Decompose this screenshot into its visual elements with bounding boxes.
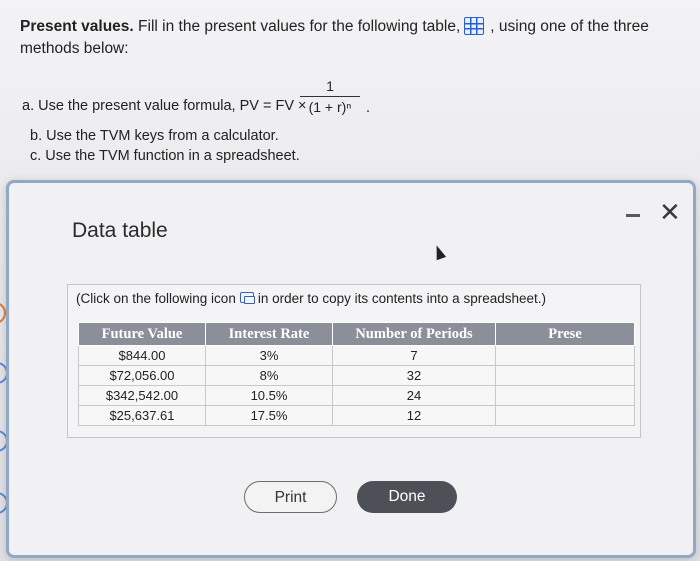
question-title: Present values. Fill in the present valu… bbox=[20, 16, 690, 60]
cell-present-value[interactable] bbox=[495, 405, 635, 426]
table-row: $25,637.61 17.5% 12 bbox=[78, 405, 635, 426]
column-header-future-value: Future Value bbox=[78, 322, 206, 346]
cell-interest-rate: 10.5% bbox=[205, 385, 333, 406]
cell-interest-rate: 8% bbox=[205, 365, 333, 386]
close-icon[interactable]: ✕ bbox=[659, 197, 681, 227]
fraction-bar bbox=[300, 96, 360, 97]
pv-fraction: 1 (1 + r)ⁿ bbox=[300, 78, 360, 115]
cell-interest-rate: 17.5% bbox=[205, 405, 333, 426]
minimize-icon[interactable] bbox=[626, 214, 640, 217]
copy-note: (Click on the following icon in order to … bbox=[76, 291, 546, 306]
copy-icon[interactable] bbox=[239, 292, 255, 304]
cell-interest-rate: 3% bbox=[205, 345, 333, 366]
cell-future-value: $342,542.00 bbox=[78, 385, 206, 406]
data-table-container: (Click on the following icon in order to … bbox=[67, 284, 641, 438]
copy-note-text-after: in order to copy its contents into a spr… bbox=[257, 291, 546, 306]
copy-note-text: (Click on the following icon bbox=[76, 291, 236, 306]
cell-number-of-periods: 12 bbox=[332, 405, 496, 426]
question-title-bold: Present values. bbox=[20, 18, 134, 35]
data-table: Future Value Interest Rate Number of Per… bbox=[78, 322, 635, 426]
table-row: $72,056.00 8% 32 bbox=[78, 365, 635, 386]
cell-number-of-periods: 24 bbox=[332, 385, 496, 406]
fraction-period: . bbox=[366, 100, 371, 116]
cell-future-value: $844.00 bbox=[78, 345, 206, 366]
cell-present-value[interactable] bbox=[495, 345, 635, 366]
column-header-interest-rate: Interest Rate bbox=[205, 322, 333, 346]
cell-present-value[interactable] bbox=[495, 385, 635, 406]
modal-title: Data table bbox=[72, 219, 168, 242]
cell-number-of-periods: 7 bbox=[332, 345, 496, 366]
fraction-numerator: 1 bbox=[326, 78, 334, 94]
done-button[interactable]: Done bbox=[357, 481, 457, 513]
question-title-text: Fill in the present values for the follo… bbox=[138, 18, 461, 35]
method-a: a. Use the present value formula, PV = F… bbox=[22, 98, 307, 114]
table-row: $342,542.00 10.5% 24 bbox=[78, 385, 635, 406]
column-header-present-value: Prese bbox=[495, 322, 635, 346]
column-header-number-of-periods: Number of Periods bbox=[332, 322, 496, 346]
cell-present-value[interactable] bbox=[495, 365, 635, 386]
table-row: $844.00 3% 7 bbox=[78, 345, 635, 366]
table-header-row: Future Value Interest Rate Number of Per… bbox=[78, 322, 635, 346]
cell-future-value: $25,637.61 bbox=[78, 405, 206, 426]
method-c: c. Use the TVM function in a spreadsheet… bbox=[30, 148, 300, 164]
cell-future-value: $72,056.00 bbox=[78, 365, 206, 386]
mouse-cursor-icon bbox=[431, 243, 447, 261]
fraction-denominator: (1 + r)ⁿ bbox=[308, 99, 352, 115]
data-table-modal: Data table ✕ (Click on the following ico… bbox=[6, 180, 696, 558]
method-b: b. Use the TVM keys from a calculator. bbox=[30, 128, 279, 144]
table-grid-icon[interactable] bbox=[464, 17, 485, 35]
method-a-text: a. Use the present value formula, PV = F… bbox=[22, 98, 307, 114]
cell-number-of-periods: 32 bbox=[332, 365, 496, 386]
print-button[interactable]: Print bbox=[244, 481, 337, 513]
